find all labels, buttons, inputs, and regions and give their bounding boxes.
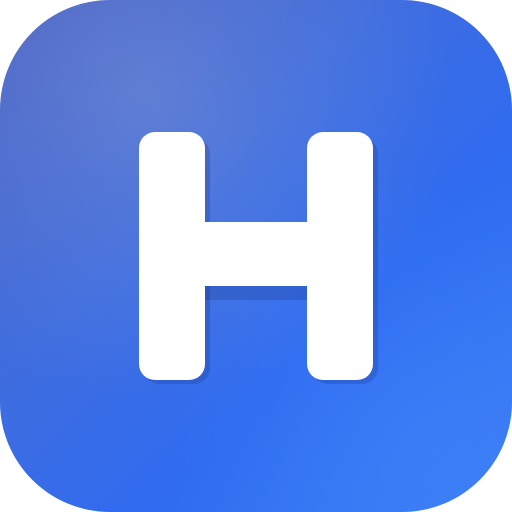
letter-h-crossbar	[199, 222, 311, 286]
letter-h-icon	[139, 132, 378, 384]
letter-h-glyph	[139, 132, 373, 380]
letter-h-right-stem	[307, 132, 373, 380]
app-icon-tile	[0, 0, 512, 512]
letter-h-left-stem	[139, 132, 205, 380]
